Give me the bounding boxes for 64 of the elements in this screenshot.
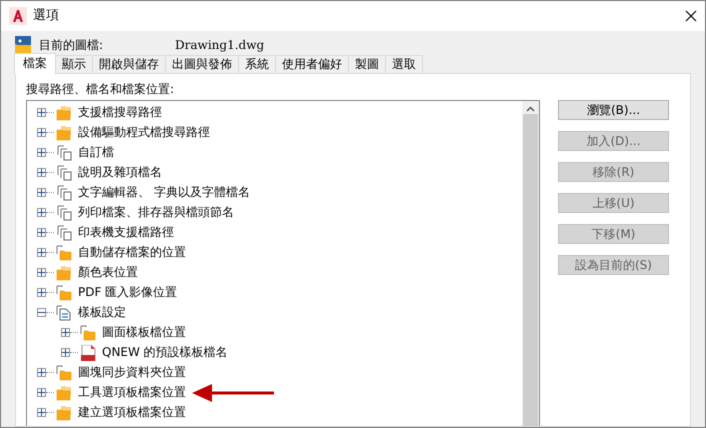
folder-icon xyxy=(56,284,72,300)
folder-icon xyxy=(56,244,72,260)
tab[interactable]: 選取 xyxy=(385,55,423,73)
expand-icon[interactable] xyxy=(37,288,46,296)
template-file-icon xyxy=(80,344,96,360)
expand-icon[interactable] xyxy=(37,228,46,236)
folder-icon xyxy=(80,324,96,340)
folder-icon xyxy=(56,404,72,420)
tab[interactable]: 開啟與儲存 xyxy=(92,55,166,73)
tree-item[interactable]: 印表機支援檔路徑 xyxy=(78,224,174,240)
tab[interactable]: 檔案 xyxy=(14,53,56,74)
tree-item[interactable]: QNEW 的預設樣板檔名 xyxy=(102,344,228,360)
tree-item[interactable]: 文字編輯器、 字典以及字體檔名 xyxy=(78,184,250,200)
folder-icon xyxy=(56,384,72,400)
folder-icon xyxy=(56,124,72,140)
expand-icon[interactable] xyxy=(61,348,70,356)
expand-icon[interactable] xyxy=(37,108,46,116)
files-icon xyxy=(56,144,72,160)
expand-icon[interactable] xyxy=(61,328,70,336)
tree-item[interactable]: 樣板設定 xyxy=(78,304,126,320)
scrollbar-thumb[interactable] xyxy=(523,114,538,426)
tab[interactable]: 顯示 xyxy=(55,55,93,73)
current-drawing-label: 目前的圖檔: xyxy=(39,36,104,54)
expand-icon[interactable] xyxy=(37,368,46,376)
files-icon xyxy=(56,164,72,180)
tree-item[interactable]: 自訂檔 xyxy=(78,144,114,160)
window-title: 選項 xyxy=(33,7,59,26)
dialog-button[interactable]: 瀏覽(B)... xyxy=(558,100,669,120)
files-icon xyxy=(56,204,72,220)
tree-label: 搜尋路徑、檔名和檔案位置: xyxy=(26,81,176,98)
tree-item[interactable]: 圖塊同步資料夾位置 xyxy=(78,364,186,380)
tab[interactable]: 出圖與發佈 xyxy=(165,55,239,73)
expand-icon[interactable] xyxy=(37,168,46,176)
scroll-up-icon[interactable] xyxy=(526,106,535,112)
tree-item[interactable]: 建立選項板檔案位置 xyxy=(78,404,186,420)
expand-icon[interactable] xyxy=(37,268,46,276)
document-icon xyxy=(56,304,72,320)
tree-item[interactable]: 支援檔搜尋路徑 xyxy=(78,104,162,120)
scrollbar[interactable] xyxy=(522,101,539,426)
expand-icon[interactable] xyxy=(37,408,46,416)
tab[interactable]: 使用者偏好 xyxy=(275,55,349,73)
files-icon xyxy=(56,184,72,200)
expand-icon[interactable] xyxy=(37,148,46,156)
expand-icon[interactable] xyxy=(37,388,46,396)
tree-item[interactable]: 設備驅動程式檔搜尋路徑 xyxy=(78,124,210,140)
expand-icon[interactable] xyxy=(37,188,46,196)
collapse-icon[interactable] xyxy=(37,308,46,316)
expand-icon[interactable] xyxy=(37,208,46,216)
folder-icon xyxy=(56,264,72,280)
tree-item[interactable]: 工具選項板檔案位置 xyxy=(78,384,186,400)
files-icon xyxy=(56,224,72,240)
expand-icon[interactable] xyxy=(37,248,46,256)
tree-item[interactable]: 顏色表位置 xyxy=(78,264,138,280)
tree-item[interactable]: PDF 匯入影像位置 xyxy=(78,284,178,300)
tree-item[interactable]: 列印檔案、排存器與檔頭節名 xyxy=(78,204,234,220)
folder-icon xyxy=(56,104,72,120)
expand-icon[interactable] xyxy=(37,128,46,136)
tree-item[interactable]: 說明及雜項檔名 xyxy=(78,164,162,180)
close-icon[interactable] xyxy=(685,10,697,22)
app-logo-icon xyxy=(9,7,27,25)
folder-icon xyxy=(56,364,72,380)
tree-item[interactable]: 圖面樣板檔位置 xyxy=(102,324,186,340)
tree-item[interactable]: 自動儲存檔案的位置 xyxy=(78,244,186,260)
current-drawing-name: Drawing1.dwg xyxy=(175,36,264,54)
